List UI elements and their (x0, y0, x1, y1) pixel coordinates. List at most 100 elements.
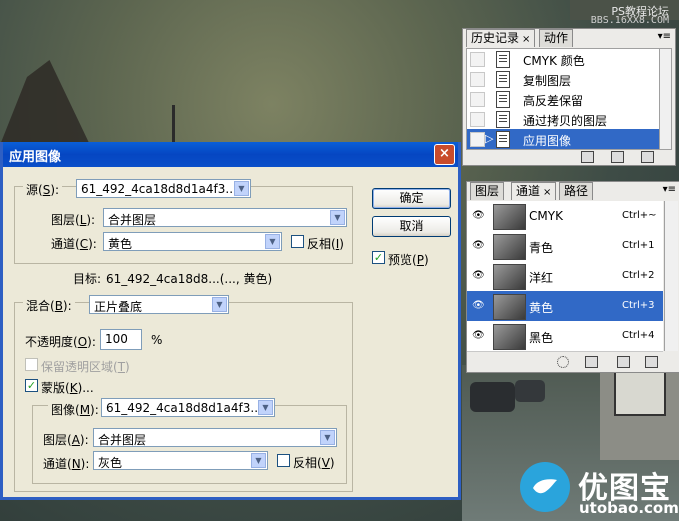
history-item[interactable]: 通过拷贝的图层 (467, 109, 660, 129)
chevron-down-icon: ▼ (212, 297, 227, 312)
mask-invert-checkbox[interactable] (277, 454, 290, 467)
history-item-label: 应用图像 (523, 134, 572, 148)
invert-checkbox[interactable] (291, 235, 304, 248)
chevron-down-icon: ▼ (330, 210, 345, 225)
history-state-slider-icon[interactable]: ▷ (485, 132, 493, 145)
chevron-down-icon: ▼ (234, 181, 249, 196)
channel-shortcut: Ctrl+1 (622, 240, 655, 251)
tab-history[interactable]: 历史记录 × (466, 29, 536, 47)
history-scrollbar[interactable] (659, 48, 672, 150)
car (470, 382, 515, 412)
history-item-selected[interactable]: ▷ 应用图像 (467, 129, 660, 149)
preserve-transparency-checkbox[interactable] (25, 358, 38, 371)
panel-menu-icon[interactable]: ▾≡ (663, 184, 676, 195)
channel-thumbnail (493, 264, 526, 290)
channel-shortcut: Ctrl+2 (622, 270, 655, 281)
source-label: 源(S): (23, 181, 63, 198)
tab-label: 历史记录 (471, 31, 520, 45)
bird-icon (533, 479, 557, 494)
channel-name: 青色 (529, 241, 554, 255)
eye-icon[interactable]: 👁 (472, 300, 485, 311)
ok-button[interactable]: 确定 (372, 188, 451, 209)
channel-row[interactable]: 👁 CMYK Ctrl+~ (467, 201, 663, 232)
history-footer (463, 150, 675, 164)
tab-label: 图层 (475, 184, 500, 198)
history-list: CMYK 颜色 复制图层 高反差保留 通过拷贝的图层 ▷ 应用图像 (466, 48, 661, 150)
close-button[interactable]: × (434, 144, 455, 165)
mask-label: 蒙版(K)... (41, 381, 94, 395)
channel-row[interactable]: 👁 洋红 Ctrl+2 (467, 261, 663, 292)
tab-actions[interactable]: 动作 (539, 29, 574, 47)
channel-row[interactable]: 👁 黑色 Ctrl+4 (467, 321, 663, 352)
source-select[interactable]: 61_492_4ca18d8d1a4f3... ▼ (76, 179, 251, 198)
load-selection-icon[interactable] (557, 356, 569, 368)
trash-icon[interactable] (641, 151, 654, 163)
history-source-checkbox[interactable] (470, 92, 485, 107)
opacity-input[interactable]: 100 (100, 329, 142, 350)
new-channel-icon[interactable] (617, 356, 630, 368)
blend-label: 混合(B): (23, 297, 75, 314)
history-source-checkbox[interactable] (470, 112, 485, 127)
channel-name: 黑色 (529, 331, 554, 345)
document-icon (496, 51, 510, 68)
opacity-value: 100 (105, 332, 128, 346)
apply-image-dialog: 应用图像 × 源(S): 61_492_4ca18d8d1a4f3... ▼ 图… (0, 142, 461, 500)
eye-icon[interactable]: 👁 (472, 210, 485, 221)
dialog-titlebar[interactable]: 应用图像 × (3, 142, 458, 167)
history-item[interactable]: CMYK 颜色 (467, 49, 660, 69)
eye-icon[interactable]: 👁 (472, 270, 485, 281)
chevron-down-icon: ▼ (265, 234, 280, 249)
tab-channels[interactable]: 通道 × (511, 182, 557, 200)
channel-shortcut: Ctrl+~ (622, 210, 657, 221)
document-icon (496, 71, 510, 88)
panel-menu-icon[interactable]: ▾≡ (658, 31, 671, 42)
mask-image-select[interactable]: 61_492_4ca18d8d1a4f3... ▼ (101, 398, 275, 417)
close-icon[interactable]: × (543, 187, 551, 198)
opacity-label: 不透明度(O): (25, 335, 96, 349)
channel-thumbnail (493, 324, 526, 350)
history-source-checkbox[interactable] (470, 72, 485, 87)
mask-channel-value: 灰色 (98, 456, 123, 470)
channels-footer (467, 353, 679, 371)
mask-channel-select[interactable]: 灰色 ▼ (93, 451, 268, 470)
preview-checkbox[interactable]: ✓ (372, 251, 385, 264)
history-item-label: CMYK 颜色 (523, 54, 585, 68)
channels-scrollbar[interactable] (664, 201, 678, 351)
channel-row-selected[interactable]: 👁 黄色 Ctrl+3 (467, 291, 663, 322)
chevron-down-icon: ▼ (251, 453, 266, 468)
tab-layers[interactable]: 图层 (470, 182, 505, 200)
close-icon[interactable]: × (522, 34, 530, 45)
channel-thumbnail (493, 234, 526, 260)
tab-paths[interactable]: 路径 (559, 182, 594, 200)
channel-name: CMYK (529, 209, 563, 223)
save-selection-icon[interactable] (585, 356, 598, 368)
chevron-down-icon: ▼ (320, 430, 335, 445)
channel-shortcut: Ctrl+4 (622, 330, 655, 341)
blend-select[interactable]: 正片叠底 ▼ (89, 295, 229, 314)
new-document-from-state-icon[interactable] (581, 151, 594, 163)
watermark-site-url: BBS.16XX8.COM (590, 15, 669, 26)
history-item[interactable]: 高反差保留 (467, 89, 660, 109)
eye-icon[interactable]: 👁 (472, 330, 485, 341)
mask-image-value: 61_492_4ca18d8d1a4f3... (106, 401, 262, 415)
history-source-checkbox[interactable] (470, 52, 485, 67)
cancel-button[interactable]: 取消 (372, 216, 451, 237)
mask-layer-select[interactable]: 合并图层 ▼ (93, 428, 337, 447)
eye-icon[interactable]: 👁 (472, 240, 485, 251)
layer-select[interactable]: 合并图层 ▼ (103, 208, 347, 227)
mask-checkbox[interactable]: ✓ (25, 379, 38, 392)
brand-url: utobao.com (579, 499, 679, 517)
snapshot-camera-icon[interactable] (611, 151, 624, 163)
history-item-label: 高反差保留 (523, 94, 584, 108)
channel-select[interactable]: 黄色 ▼ (103, 232, 282, 251)
source-value: 61_492_4ca18d8d1a4f3... (81, 182, 237, 196)
channels-panel: 图层 通道 × 路径 ▾≡ 👁 CMYK Ctrl+~ 👁 青色 Ctrl+1 👁… (466, 181, 679, 373)
trash-icon[interactable] (645, 356, 658, 368)
channel-thumbnail (493, 204, 526, 230)
channel-name: 洋红 (529, 271, 554, 285)
history-item[interactable]: 复制图层 (467, 69, 660, 89)
preview-label: 预览(P) (388, 253, 429, 267)
mask-layer-label: 图层(A): (43, 433, 89, 447)
history-source-checkbox[interactable] (470, 132, 485, 147)
channel-row[interactable]: 👁 青色 Ctrl+1 (467, 231, 663, 262)
